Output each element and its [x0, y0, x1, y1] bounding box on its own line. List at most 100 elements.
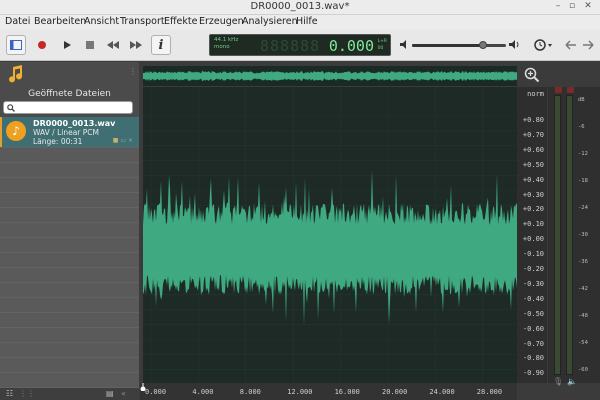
- list-row-divider: [0, 357, 139, 358]
- sidebar-grip-handle[interactable]: ⋮: [129, 67, 137, 76]
- time-label: 8.000: [239, 388, 261, 396]
- list-row-divider: [0, 327, 139, 328]
- ruler-label: -0.50: [522, 309, 544, 318]
- list-row-divider: [0, 282, 139, 283]
- zoom-icon[interactable]: [524, 67, 540, 83]
- channel-indicator-top: L+R: [377, 39, 387, 44]
- menu-ansicht[interactable]: Ansicht: [84, 16, 119, 27]
- list-row-divider: [0, 222, 139, 223]
- close-file-icon[interactable]: ×: [128, 137, 133, 144]
- level-meter-left: [554, 95, 561, 375]
- level-meter-right: [566, 95, 573, 375]
- play-button[interactable]: [57, 35, 77, 55]
- arrow-right-icon: [583, 40, 594, 50]
- meter-scale-label: -12: [578, 151, 588, 157]
- ruler-label: +0.80: [522, 116, 544, 124]
- volume-slider-knob[interactable]: [478, 41, 487, 49]
- stop-icon: [86, 41, 94, 49]
- meter-scale-label: -42: [578, 286, 588, 292]
- file-list-item[interactable]: ♪ DR0000_0013.wav WAV / Linear PCM Länge…: [0, 117, 139, 147]
- fast-forward-button[interactable]: [126, 35, 146, 55]
- sidebar-panel-icon[interactable]: ▤: [106, 389, 114, 398]
- time-label: 24.000: [429, 388, 455, 396]
- waveform: [143, 87, 517, 400]
- toolbar: i 44.1 kHz mono 888888 0.000 L+R 00: [0, 29, 600, 61]
- volume-slider-fill: [412, 44, 483, 47]
- music-note-icon[interactable]: [7, 65, 25, 83]
- menu-hilfe[interactable]: Hilfe: [296, 16, 318, 27]
- file-list: ♪ DR0000_0013.wav WAV / Linear PCM Länge…: [0, 117, 139, 388]
- volume-slider[interactable]: [412, 41, 506, 49]
- volume-loud-icon[interactable]: [508, 39, 520, 50]
- clip-indicator-left[interactable]: [555, 87, 562, 93]
- level-meters: dB -6 -12 -18 -24 -30 -36 -42 -48 -54 -60 🎙 🔈: [548, 87, 600, 386]
- menu-analysieren[interactable]: Analysieren: [242, 16, 298, 27]
- ruler-unit: norm: [527, 90, 544, 98]
- stop-button[interactable]: [80, 35, 100, 55]
- time-label: 20.000: [382, 388, 408, 396]
- waveform-view[interactable]: [143, 87, 517, 400]
- overview-waveform: [143, 71, 517, 81]
- grid-view-icon[interactable]: ⋮⋮: [19, 389, 35, 398]
- record-button[interactable]: [32, 35, 52, 55]
- ruler-label: +0.20: [522, 205, 544, 214]
- meter-scale-label: -6: [578, 124, 585, 130]
- list-row-divider: [0, 297, 139, 298]
- time-ruler[interactable]: 0.000 4.000 8.000 12.000 16.000 20.000 24.000 2…: [140, 383, 517, 400]
- list-view-icon[interactable]: ☷: [6, 389, 13, 398]
- toggle-sidebar-button[interactable]: [6, 35, 26, 55]
- sidebar-header: ⋮: [0, 62, 139, 86]
- play-icon: [64, 41, 71, 49]
- clip-indicator-right[interactable]: [567, 87, 574, 93]
- amplitude-ruler: norm +0.80 +0.70 +0.60 +0.50 +0.40 +0.30 +0.20…: [517, 87, 547, 383]
- ruler-label: -0.30: [522, 279, 544, 288]
- folder-icon[interactable]: ■: [113, 137, 119, 144]
- ruler-label: -0.70: [522, 339, 544, 348]
- file-name: DR0000_0013.wav: [33, 119, 116, 128]
- arrow-left-icon: [565, 40, 576, 50]
- info-button[interactable]: i: [151, 35, 171, 55]
- time-label: 4.000: [192, 388, 214, 396]
- ruler-label: -0.10: [522, 250, 544, 259]
- menu-bar: Datei Bearbeiten Ansicht Transport Effek…: [0, 15, 600, 29]
- meter-scale-label: -24: [578, 205, 588, 211]
- ruler-label: +0.50: [522, 160, 544, 169]
- microphone-icon[interactable]: 🎙: [553, 377, 563, 386]
- file-search-input[interactable]: [3, 101, 133, 114]
- history-dropdown-button[interactable]: [532, 35, 556, 55]
- sidebar-collapse-icon[interactable]: «: [121, 389, 126, 398]
- speaker-icon[interactable]: 🔈: [567, 377, 577, 386]
- file-format: WAV / Linear PCM: [33, 128, 100, 137]
- minimize-button[interactable]: –: [552, 1, 564, 11]
- meter-scale-label: -18: [578, 178, 588, 184]
- record-icon: [38, 41, 46, 49]
- menu-erzeugen[interactable]: Erzeugen: [199, 16, 244, 27]
- time-label: 0.000: [145, 388, 167, 396]
- ruler-label: +0.60: [522, 145, 544, 154]
- forward-button[interactable]: [578, 35, 598, 55]
- list-row-divider: [0, 312, 139, 313]
- window-title: DR0000_0013.wav*: [250, 1, 350, 12]
- meter-scale-label: -30: [578, 232, 588, 238]
- meter-scale-label: -54: [578, 340, 588, 346]
- list-row-divider: [0, 207, 139, 208]
- close-button[interactable]: ✕: [582, 1, 594, 11]
- meter-scale-label: -60: [578, 367, 588, 373]
- file-status-icons: ■ ▭ ×: [113, 137, 133, 144]
- channel-mode: mono: [214, 44, 230, 50]
- waveform-shape: [143, 169, 517, 326]
- info-icon: i: [158, 37, 164, 53]
- tag-icon[interactable]: ▭: [120, 137, 126, 144]
- menu-datei[interactable]: Datei: [5, 16, 30, 27]
- waveform-overview[interactable]: [143, 66, 517, 86]
- meter-scale-label: dB: [578, 97, 585, 103]
- menu-transport[interactable]: Transport: [120, 16, 165, 27]
- menu-bearbeiten[interactable]: Bearbeiten: [34, 16, 86, 27]
- volume-mute-icon[interactable]: [399, 39, 410, 50]
- maximize-button[interactable]: ▫: [566, 1, 578, 11]
- rewind-button[interactable]: [103, 35, 123, 55]
- list-row-divider: [0, 177, 139, 178]
- title-bar: DR0000_0013.wav* – ▫ ✕: [0, 0, 600, 15]
- menu-effekte[interactable]: Effekte: [164, 16, 197, 27]
- search-icon: [7, 104, 15, 112]
